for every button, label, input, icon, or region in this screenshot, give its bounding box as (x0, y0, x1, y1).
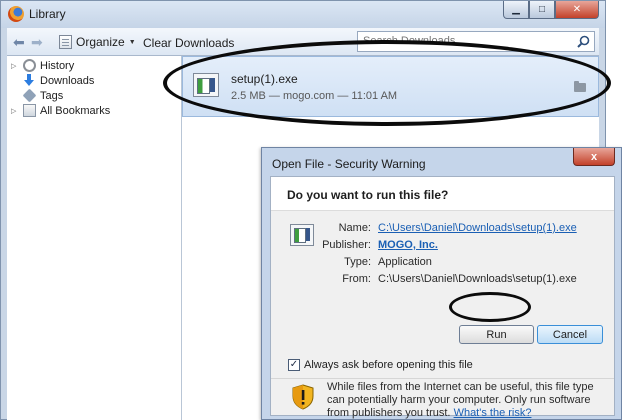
firefox-logo-icon (8, 6, 24, 22)
tag-icon (22, 88, 37, 103)
dialog-question: Do you want to run this file? (287, 188, 449, 202)
expand-arrow-icon[interactable]: ▷ (11, 62, 19, 70)
search-icon[interactable] (577, 35, 590, 48)
publisher-value-link[interactable]: MOGO, Inc. (378, 239, 438, 251)
close-icon: x (590, 150, 598, 163)
name-label: Name: (338, 222, 371, 234)
clear-downloads-button[interactable]: Clear Downloads (143, 36, 234, 50)
sidebar-item-label: History (40, 59, 75, 72)
type-value: Application (378, 256, 432, 268)
download-item[interactable]: setup(1).exe 2.5 MB — mogo.com — 11:01 A… (182, 56, 599, 117)
library-toolbar: ⬅ ➡ Organize ▼ Clear Downloads (7, 28, 599, 56)
download-filename: setup(1).exe (231, 72, 298, 86)
whats-the-risk-link[interactable]: What's the risk? (454, 407, 532, 419)
library-sidebar: ▷ History Downloads Tags ▷ All Bookmarks (7, 56, 182, 420)
back-arrow-icon[interactable]: ⬅ (13, 34, 25, 51)
sidebar-item-history[interactable]: ▷ History (11, 59, 74, 72)
close-icon: ✕ (572, 4, 582, 15)
forward-arrow-icon[interactable]: ➡ (31, 34, 43, 51)
chevron-down-icon: ▼ (128, 38, 136, 46)
close-button[interactable]: ✕ (555, 1, 599, 19)
security-warning-dialog: Open File - Security Warning x Do you wa… (261, 147, 622, 420)
sidebar-item-label: All Bookmarks (40, 104, 111, 117)
dialog-titlebar[interactable]: Open File - Security Warning x (262, 148, 621, 176)
from-label: From: (342, 273, 371, 285)
dialog-title: Open File - Security Warning (272, 157, 426, 171)
window-controls: ▁ □ ✕ (503, 1, 599, 19)
dialog-body: Do you want to run this file? Name: C:\U… (270, 176, 615, 419)
warning-text-block: While files from the Internet can be use… (327, 381, 607, 420)
sidebar-item-label: Downloads (40, 74, 95, 87)
library-title: Library (29, 7, 66, 21)
sidebar-item-tags[interactable]: Tags (11, 88, 64, 103)
minimize-button[interactable]: ▁ (503, 1, 529, 19)
maximize-button[interactable]: □ (529, 1, 555, 19)
expand-arrow-icon[interactable]: ▷ (11, 107, 19, 115)
history-icon (23, 59, 36, 72)
always-ask-label: Always ask before opening this file (304, 359, 473, 371)
search-input[interactable] (363, 35, 568, 47)
sidebar-item-downloads[interactable]: Downloads (11, 74, 94, 87)
type-label: Type: (344, 256, 371, 268)
dialog-close-button[interactable]: x (573, 148, 615, 166)
dialog-warning-footer: While files from the Internet can be use… (271, 379, 614, 419)
dialog-question-header: Do you want to run this file? (271, 177, 614, 211)
exe-file-icon (193, 73, 219, 97)
download-meta: 2.5 MB — mogo.com — 11:01 AM (231, 90, 398, 102)
publisher-label: Publisher: (322, 239, 371, 251)
sidebar-item-label: Tags (40, 89, 64, 102)
minimize-icon: ▁ (512, 4, 520, 15)
maximize-icon: □ (538, 4, 546, 15)
always-ask-checkbox[interactable]: ✓ (288, 359, 300, 371)
bookmarks-icon (23, 104, 36, 117)
download-arrow-icon (23, 74, 36, 87)
search-box[interactable] (357, 31, 595, 52)
always-ask-checkbox-row[interactable]: ✓ Always ask before opening this file (288, 359, 473, 371)
security-shield-icon (292, 384, 314, 410)
cancel-button[interactable]: Cancel (537, 325, 603, 344)
sidebar-item-all-bookmarks[interactable]: ▷ All Bookmarks (11, 104, 110, 117)
organize-icon (59, 35, 72, 49)
open-folder-icon[interactable] (574, 81, 586, 92)
run-button[interactable]: Run (459, 325, 534, 344)
library-titlebar[interactable]: Library ▁ □ ✕ (1, 1, 605, 28)
organize-button[interactable]: Organize ▼ (59, 35, 136, 49)
from-value: C:\Users\Daniel\Downloads\setup(1).exe (378, 273, 577, 285)
organize-label: Organize (76, 35, 125, 49)
name-value-link[interactable]: C:\Users\Daniel\Downloads\setup(1).exe (378, 222, 577, 234)
